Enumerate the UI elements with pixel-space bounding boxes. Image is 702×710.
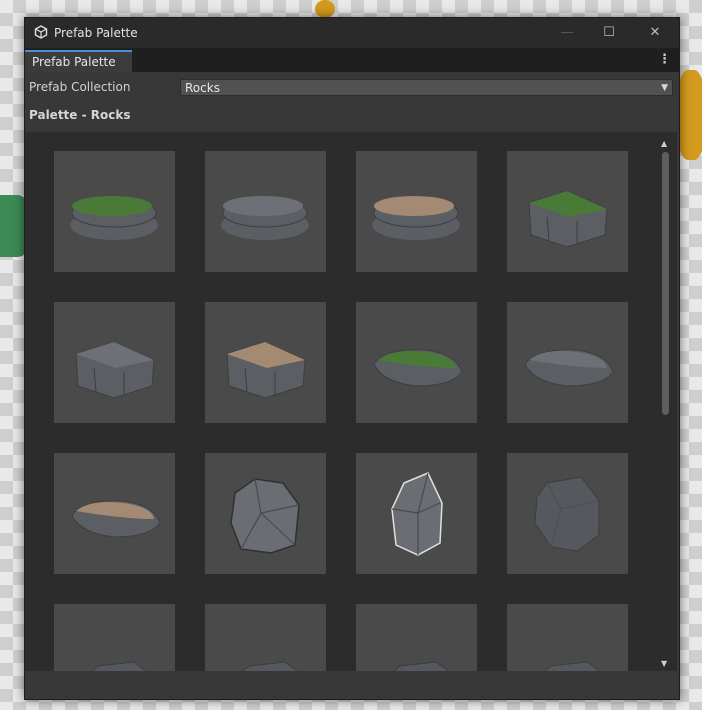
prefab-collection-label: Prefab Collection — [29, 80, 131, 94]
prefab-tile[interactable] — [54, 302, 175, 423]
flat-rock-sand-icon — [372, 196, 460, 240]
cliff-rock-icon — [75, 341, 155, 399]
tab-prefab-palette[interactable]: Prefab Palette — [25, 50, 132, 72]
rock-cluster-icon — [230, 478, 300, 554]
cliff-rock-grass-icon — [528, 190, 608, 248]
prefab-tile[interactable] — [54, 151, 175, 272]
prefab-tile[interactable] — [507, 453, 628, 574]
prefab-tile[interactable] — [205, 453, 326, 574]
flat-rock-grass-icon — [70, 196, 158, 240]
minimize-button[interactable]: — — [555, 22, 579, 44]
title-bar[interactable]: Prefab Palette — ☐ ✕ — [25, 18, 679, 48]
rock-partial-icon — [393, 661, 449, 671]
rock-partial-icon — [544, 661, 600, 671]
prefab-tile[interactable] — [507, 302, 628, 423]
rock-partial-icon — [242, 661, 298, 671]
prefab-tile[interactable] — [54, 604, 175, 671]
prefab-collection-dropdown[interactable]: Rocks ▼ — [180, 79, 673, 96]
more-options-icon[interactable]: ⋮ — [658, 52, 671, 67]
maximize-button[interactable]: ☐ — [597, 22, 621, 44]
window-title: Prefab Palette — [54, 26, 138, 40]
background-tree — [315, 0, 335, 18]
slab-rock-grass-icon — [373, 349, 463, 387]
palette-title: Palette - Rocks — [29, 108, 131, 122]
tab-bar: Prefab Palette ⋮ — [25, 48, 679, 72]
prefab-tile[interactable] — [205, 302, 326, 423]
prefab-grid — [25, 132, 677, 671]
unity-cube-icon — [34, 25, 48, 39]
crystal-rock-icon — [391, 472, 443, 556]
dropdown-arrow-icon: ▼ — [661, 83, 668, 93]
prefab-tile[interactable] — [507, 151, 628, 272]
prefab-tile[interactable] — [205, 151, 326, 272]
flat-rock-icon — [221, 196, 309, 240]
prefab-tile[interactable] — [356, 302, 477, 423]
prefab-tile[interactable] — [356, 151, 477, 272]
prefab-collection-value: Rocks — [185, 81, 220, 95]
slab-rock-sand-icon — [71, 500, 161, 538]
slab-rock-icon — [524, 349, 614, 387]
prefab-tile[interactable] — [507, 604, 628, 671]
scroll-up-arrow-icon[interactable]: ▲ — [661, 139, 667, 148]
close-button[interactable]: ✕ — [643, 22, 667, 44]
prefab-tile[interactable] — [356, 604, 477, 671]
scroll-down-arrow-icon[interactable]: ▼ — [661, 659, 667, 668]
rock-partial-icon — [91, 661, 147, 671]
prefab-tile[interactable] — [356, 453, 477, 574]
cliff-rock-sand-icon — [226, 341, 306, 399]
boulder-icon — [534, 476, 600, 552]
prefab-tile[interactable] — [205, 604, 326, 671]
prefab-palette-window: Prefab Palette — ☐ ✕ Prefab Palette ⋮ Pr… — [24, 17, 680, 700]
prefab-tile[interactable] — [54, 453, 175, 574]
scrollbar-thumb[interactable] — [662, 152, 669, 415]
